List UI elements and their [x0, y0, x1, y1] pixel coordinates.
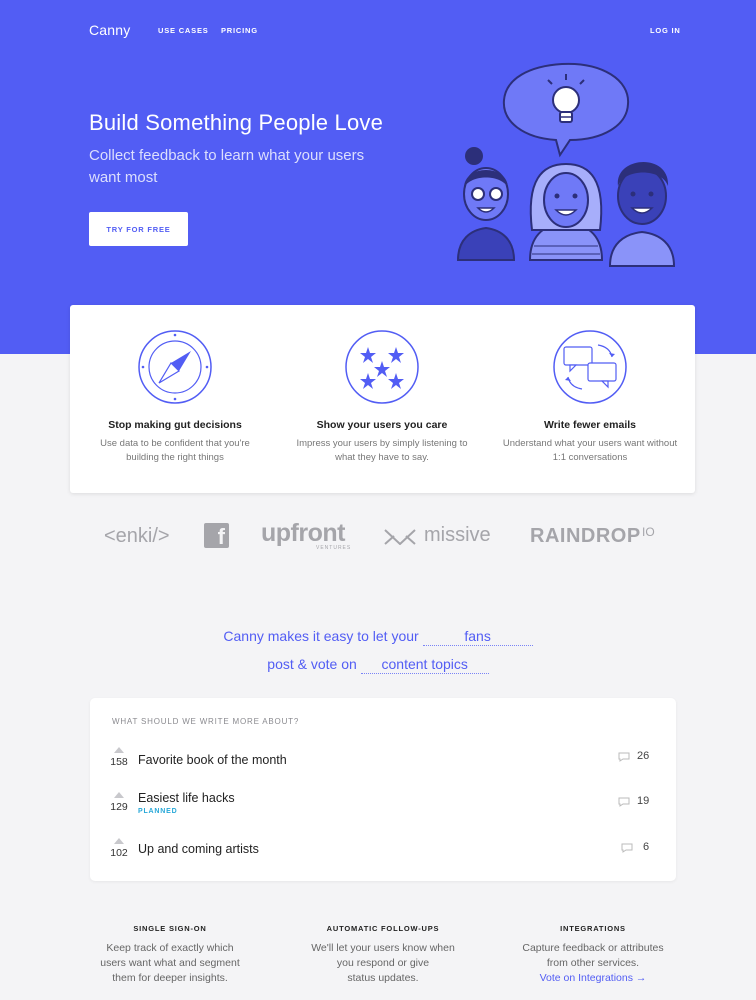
tagline-text: post & vote on — [267, 656, 357, 672]
feature-title: Show your users you care — [316, 419, 448, 431]
upvote-button[interactable]: 158 — [104, 747, 134, 768]
logo[interactable]: Canny — [89, 22, 130, 38]
upvote-button[interactable]: 102 — [104, 838, 134, 859]
raindrop-logo: RAINDROP — [530, 525, 641, 547]
tagline-text: Canny makes it easy to let your — [223, 628, 419, 644]
feature-show-care: Show your users you care Impress your us… — [282, 329, 482, 465]
info-description-line: status updates. — [347, 972, 419, 984]
info-description-line: you respond or give — [336, 957, 430, 969]
info-title: INTEGRATIONS — [560, 924, 626, 933]
info-automatic-follow-ups: AUTOMATIC FOLLOW-UPS We'll let your user… — [293, 924, 473, 986]
try-for-free-button[interactable]: TRY FOR FREE — [89, 212, 188, 246]
post-item[interactable]: 102 Up and coming artists 6 — [90, 838, 676, 876]
board-header: WHAT SHOULD WE WRITE MORE ABOUT? — [112, 717, 300, 726]
nav-login[interactable]: LOG IN — [650, 26, 681, 35]
hero-section: Canny USE CASES PRICING LOG IN Build Som… — [0, 0, 756, 354]
info-description: Keep track of exactly which users want w… — [80, 941, 260, 986]
tagline-rotating-word: content topics — [360, 656, 489, 674]
vote-count: 158 — [110, 756, 128, 768]
hero-subtitle: Collect feedback to learn what your user… — [89, 147, 365, 186]
info-description-line: from other services. — [546, 957, 640, 969]
compass-icon — [138, 330, 212, 404]
tagline-line-1: Canny makes it easy to let your fans — [0, 628, 756, 646]
stars-icon — [345, 330, 419, 404]
tagline-rotating-word: fans — [422, 628, 533, 646]
comment-count: 19 — [637, 795, 650, 807]
comment-count: 26 — [637, 750, 650, 762]
info-single-sign-on: SINGLE SIGN-ON Keep track of exactly whi… — [80, 924, 260, 986]
post-item[interactable]: 158 Favorite book of the month 26 — [90, 747, 676, 785]
upfront-logo: upfront — [261, 519, 345, 547]
post-title[interactable]: Easiest life hacks — [138, 791, 235, 805]
info-description-line: users want what and segment — [100, 957, 240, 969]
info-description: Capture feedback or attributes from othe… — [503, 941, 683, 986]
upvote-arrow-icon — [114, 747, 124, 753]
info-integrations: INTEGRATIONS Capture feedback or attribu… — [503, 924, 683, 986]
info-description-line: them for deeper insights. — [112, 972, 228, 984]
feature-fewer-emails: Write fewer emails Understand what your … — [490, 329, 690, 465]
enki-logo: <enki/> — [104, 525, 170, 547]
comment-icon — [618, 752, 630, 762]
info-description-line: Keep track of exactly which — [106, 942, 234, 954]
comment-icon — [618, 797, 630, 807]
info-description-line: Capture feedback or attributes — [522, 942, 664, 954]
feature-title: Write fewer emails — [543, 419, 636, 431]
upvote-arrow-icon — [114, 838, 124, 844]
vote-on-integrations-link[interactable]: Vote on Integrations → — [503, 971, 683, 986]
upfront-ventures-text: VENTURES — [316, 545, 352, 551]
comment-icon — [621, 843, 633, 853]
feature-description: Impress your users by simply listening t… — [296, 438, 468, 463]
info-title: SINGLE SIGN-ON — [133, 924, 207, 933]
feature-gut-decisions: Stop making gut decisions Use data to be… — [75, 329, 275, 465]
upvote-arrow-icon — [114, 792, 124, 798]
chat-bubbles-icon — [553, 330, 627, 404]
info-title: AUTOMATIC FOLLOW-UPS — [326, 924, 440, 933]
upvote-button[interactable]: 129 — [104, 792, 134, 813]
feedback-board: WHAT SHOULD WE WRITE MORE ABOUT? 158 Fav… — [90, 698, 676, 881]
status-badge: PLANNED — [138, 808, 178, 815]
feature-description: Use data to be confident that you're bui… — [100, 438, 250, 463]
vote-count: 102 — [110, 847, 128, 859]
post-title[interactable]: Up and coming artists — [138, 842, 259, 856]
post-item[interactable]: 129 Easiest life hacks PLANNED 19 — [90, 791, 676, 830]
facebook-logo-letter: f — [217, 524, 225, 549]
info-description: We'll let your users know when you respo… — [293, 941, 473, 986]
comment-count: 6 — [643, 841, 650, 853]
tagline-line-2: post & vote on content topics — [0, 656, 756, 674]
post-title[interactable]: Favorite book of the month — [138, 753, 287, 767]
nav-pricing[interactable]: PRICING — [221, 26, 258, 35]
feature-title: Stop making gut decisions — [108, 419, 242, 431]
missive-logo: missive — [424, 524, 491, 546]
info-description-line: We'll let your users know when — [311, 942, 455, 954]
facebook-logo: f — [204, 523, 229, 549]
people-lightbulb-illustration — [456, 62, 676, 267]
hero-title: Build Something People Love — [89, 110, 384, 135]
missive-mark-icon — [384, 529, 416, 545]
feature-description: Understand what your users want without … — [502, 438, 678, 463]
nav-use-cases[interactable]: USE CASES — [158, 26, 209, 35]
raindrop-io-suffix: IO — [642, 525, 655, 539]
vote-count: 129 — [110, 801, 128, 813]
features-card: Stop making gut decisions Use data to be… — [70, 305, 695, 493]
customer-logos: <enki/> f upfront VENTURES missive RAIND… — [0, 515, 756, 560]
